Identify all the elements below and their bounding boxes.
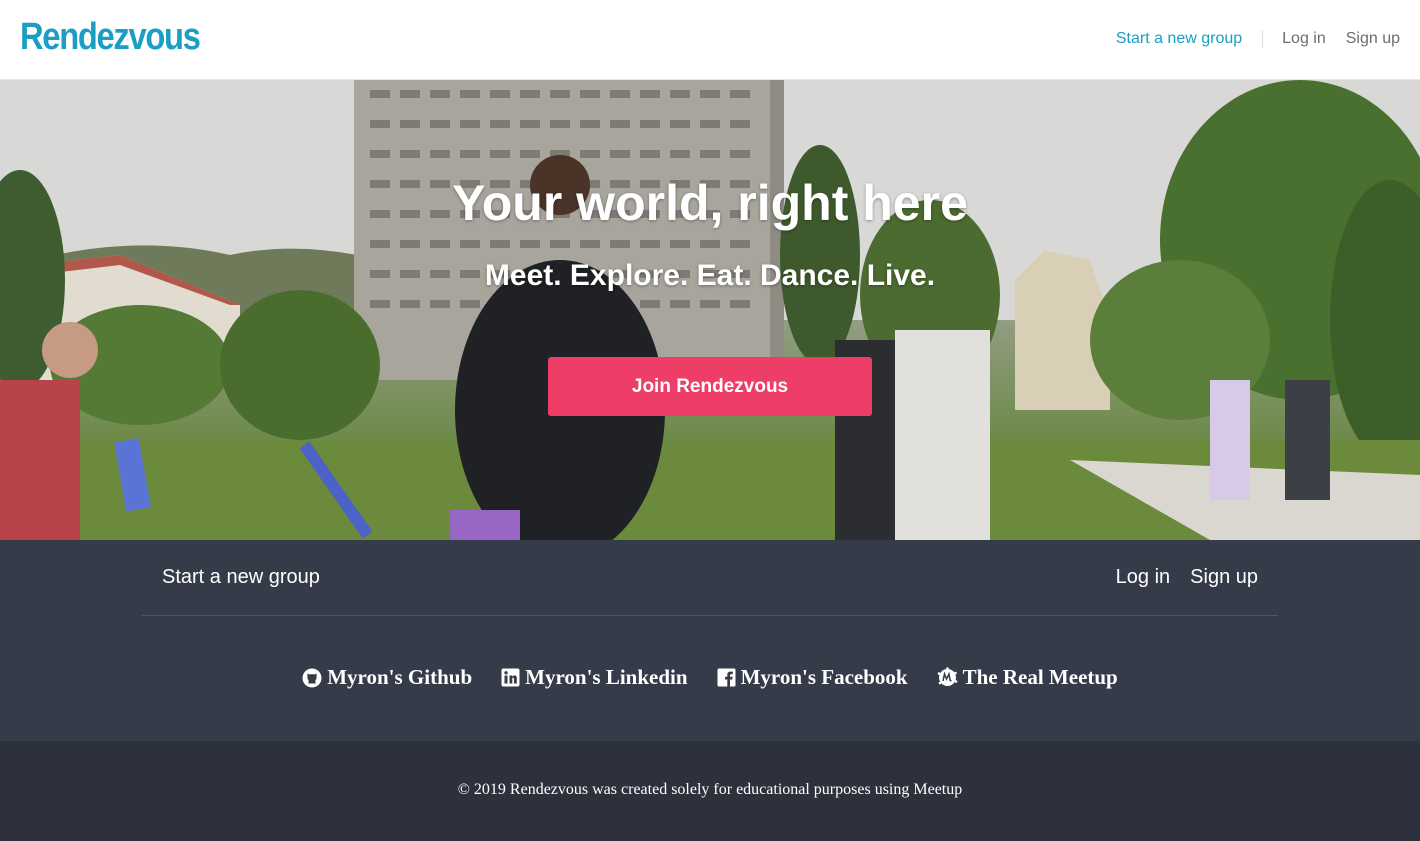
github-link[interactable]: Myron's Github bbox=[302, 665, 472, 690]
logo[interactable]: Rendezvous bbox=[20, 16, 201, 59]
footer-signup-link[interactable]: Sign up bbox=[1190, 566, 1258, 589]
facebook-link-label: Myron's Facebook bbox=[740, 665, 908, 689]
nav-divider bbox=[1262, 30, 1264, 48]
join-button[interactable]: Join Rendezvous bbox=[548, 357, 872, 416]
nav-login-link[interactable]: Log in bbox=[1282, 30, 1326, 48]
hero-background-image bbox=[0, 80, 1420, 540]
top-header: Rendezvous Start a new group Log in Sign… bbox=[0, 0, 1420, 80]
facebook-link[interactable]: Myron's Facebook bbox=[717, 665, 908, 690]
footer-upper: Start a new group Log in Sign up Myron's… bbox=[0, 540, 1420, 741]
footer-login-link[interactable]: Log in bbox=[1116, 566, 1171, 589]
footer-auth-links: Log in Sign up bbox=[1116, 566, 1258, 589]
nav-start-group-link[interactable]: Start a new group bbox=[1116, 30, 1242, 48]
github-link-label: Myron's Github bbox=[327, 665, 473, 689]
footer-lower: © 2019 Rendezvous was created solely for… bbox=[0, 741, 1420, 841]
meetup-link-label: The Real Meetup bbox=[962, 665, 1118, 689]
copyright-text: © 2019 Rendezvous was created solely for… bbox=[457, 781, 963, 798]
github-icon bbox=[302, 668, 322, 688]
header-nav: Start a new group Log in Sign up bbox=[1116, 28, 1400, 50]
meetup-icon bbox=[937, 667, 958, 688]
linkedin-link-label: Myron's Linkedin bbox=[525, 665, 688, 689]
hero-title: Your world, right here bbox=[452, 175, 968, 231]
footer-divider bbox=[142, 615, 1278, 616]
nav-signup-link[interactable]: Sign up bbox=[1346, 30, 1400, 48]
social-links: Myron's Github Myron's Linkedin Myron's … bbox=[0, 665, 1420, 690]
hero-banner: Your world, right here Meet. Explore. Ea… bbox=[0, 80, 1420, 540]
facebook-icon bbox=[717, 668, 736, 687]
linkedin-link[interactable]: Myron's Linkedin bbox=[501, 665, 688, 690]
meetup-link[interactable]: The Real Meetup bbox=[937, 665, 1118, 690]
footer-start-group-link[interactable]: Start a new group bbox=[162, 566, 320, 589]
linkedin-icon bbox=[501, 668, 520, 687]
hero-subtitle: Meet. Explore. Eat. Dance. Live. bbox=[484, 259, 936, 292]
